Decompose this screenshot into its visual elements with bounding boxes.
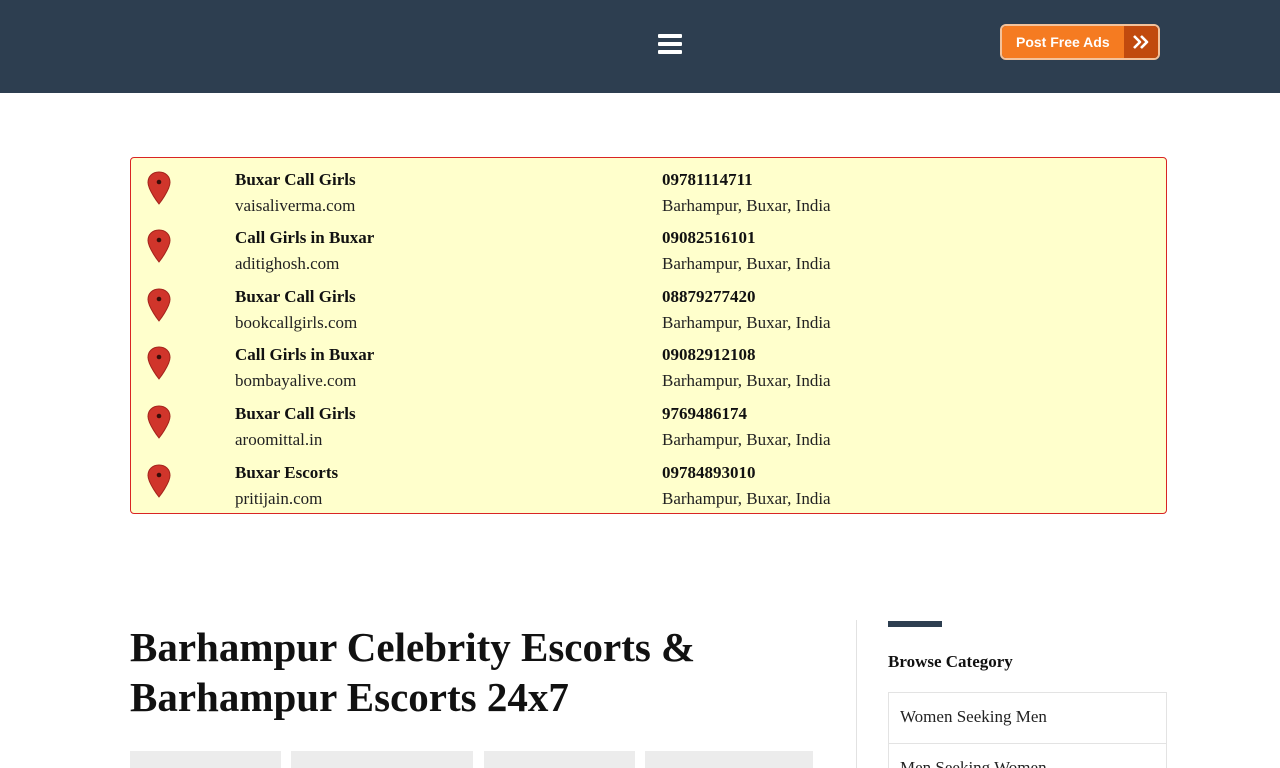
listing-site-link[interactable]: aroomittal.in (235, 430, 322, 450)
post-free-ads-button[interactable]: Post Free Ads (1000, 24, 1160, 60)
listing-name: Buxar Call Girls (235, 404, 356, 423)
map-pin-icon (147, 229, 171, 263)
listing-row: Buxar Call Girls bookcallgirls.com 08879… (131, 279, 1166, 337)
listing-phone[interactable]: 09781114711 (662, 170, 753, 190)
gallery-thumbnail[interactable] (484, 751, 635, 768)
listing-row: Buxar Call Girls aroomittal.in 976948617… (131, 396, 1166, 454)
category-women-seeking-men[interactable]: Women Seeking Men (888, 692, 1167, 744)
category-men-seeking-women[interactable]: Men Seeking Women (888, 743, 1167, 768)
browse-category-heading: Browse Category (888, 652, 1013, 671)
page-title: Barhampur Celebrity Escorts & Barhampur … (130, 624, 696, 720)
listing-row: Buxar Escorts pritijain.com 09784893010 … (131, 455, 1166, 513)
listing-site-link[interactable]: vaisaliverma.com (235, 196, 355, 216)
gallery-thumbnail[interactable] (291, 751, 473, 768)
listing-phone[interactable]: 09784893010 (662, 463, 756, 483)
listing-name: Buxar Escorts (235, 463, 339, 482)
post-free-ads-label: Post Free Ads (1002, 26, 1124, 58)
listing-site-link[interactable]: pritijain.com (235, 489, 322, 509)
listing-row: Buxar Call Girls vaisaliverma.com 097811… (131, 162, 1166, 220)
hamburger-menu-icon[interactable] (656, 28, 684, 60)
sidebar-accent-bar (888, 621, 942, 627)
listing-location: Barhampur, Buxar, India (662, 254, 831, 273)
listing-site-link[interactable]: bombayalive.com (235, 371, 356, 391)
listing-phone[interactable]: 09082516101 (662, 228, 756, 248)
map-pin-icon (147, 171, 171, 205)
map-pin-icon (147, 405, 171, 439)
map-pin-icon (147, 346, 171, 380)
double-chevron-right-icon (1124, 26, 1158, 58)
listing-location: Barhampur, Buxar, India (662, 430, 831, 449)
listing-name: Call Girls in Buxar (235, 345, 375, 364)
listing-location: Barhampur, Buxar, India (662, 489, 831, 508)
top-navbar: Post Free Ads (0, 0, 1280, 93)
map-pin-icon (147, 464, 171, 498)
listing-location: Barhampur, Buxar, India (662, 196, 831, 215)
listing-row: Call Girls in Buxar bombayalive.com 0908… (131, 337, 1166, 395)
gallery-thumbnail[interactable] (645, 751, 813, 768)
listing-row: Call Girls in Buxar aditighosh.com 09082… (131, 220, 1166, 278)
listing-name: Buxar Call Girls (235, 287, 356, 306)
listing-phone[interactable]: 09082912108 (662, 345, 756, 365)
sidebar-divider (856, 620, 857, 768)
gallery-thumbnail[interactable] (130, 751, 281, 768)
map-pin-icon (147, 288, 171, 322)
listing-phone[interactable]: 08879277420 (662, 287, 756, 307)
listing-name: Buxar Call Girls (235, 170, 356, 189)
listing-location: Barhampur, Buxar, India (662, 371, 831, 390)
listing-phone[interactable]: 9769486174 (662, 404, 747, 424)
listing-location: Barhampur, Buxar, India (662, 313, 831, 332)
listing-site-link[interactable]: bookcallgirls.com (235, 313, 357, 333)
listing-site-link[interactable]: aditighosh.com (235, 254, 339, 274)
listing-box: Buxar Call Girls vaisaliverma.com 097811… (130, 157, 1167, 514)
listing-name: Call Girls in Buxar (235, 228, 375, 247)
